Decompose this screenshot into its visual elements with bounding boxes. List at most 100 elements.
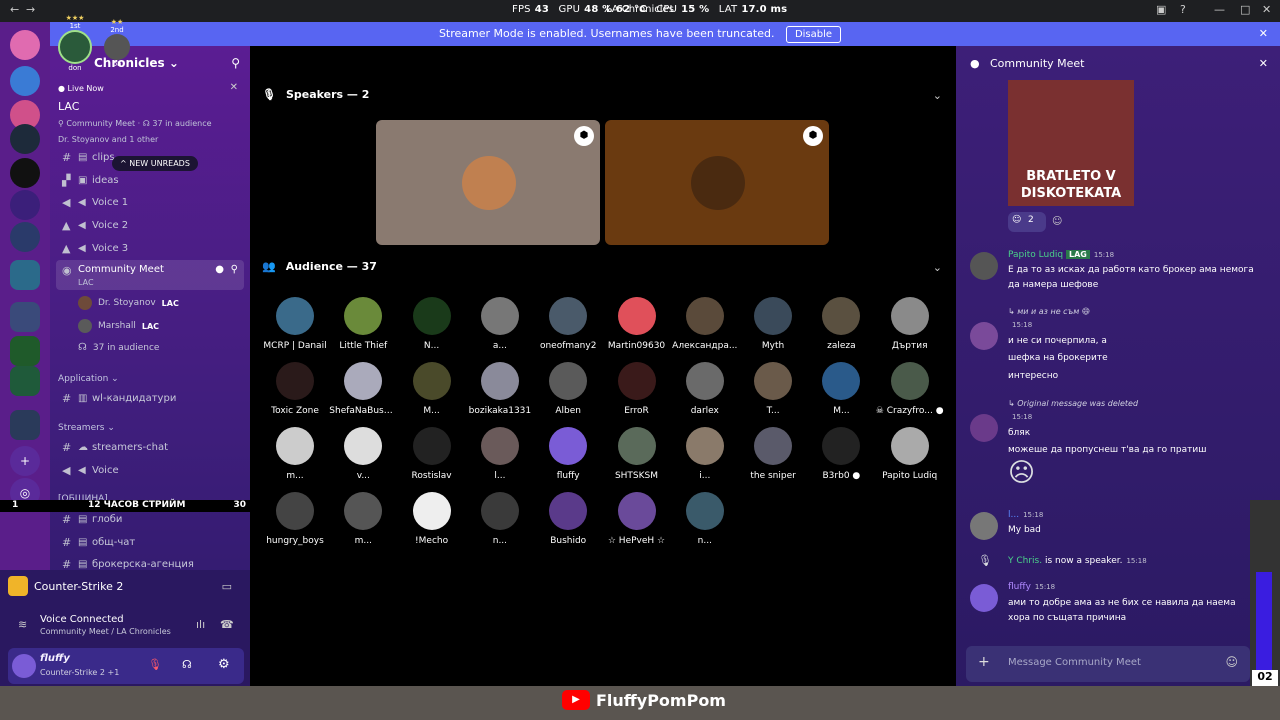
speakers-header[interactable]: 🎙 Speakers — 2 <box>262 88 369 101</box>
emoji-icon[interactable]: ☺ <box>1225 655 1238 669</box>
add-server-icon[interactable]: + <box>10 446 40 476</box>
audience-member[interactable]: i... <box>671 427 739 481</box>
audience-member[interactable]: !Mecho <box>398 492 466 546</box>
disconnect-icon[interactable]: ☎ <box>220 618 234 631</box>
audience-member[interactable]: Bushido <box>534 492 602 546</box>
audience-member[interactable]: T... <box>739 362 807 416</box>
message-input[interactable]: + Message Community Meet ☺ <box>966 646 1250 682</box>
audience-member[interactable]: Toxic Zone <box>261 362 329 416</box>
channel-obsht[interactable]: # ▤ общ-чат <box>56 531 244 553</box>
audience-member[interactable]: SHTSKSM <box>603 427 671 481</box>
avatar[interactable] <box>970 414 998 442</box>
audience-member[interactable]: ErroR <box>603 362 671 416</box>
server-icon[interactable] <box>10 124 40 154</box>
server-folder[interactable] <box>10 336 40 366</box>
server-icon[interactable] <box>10 190 40 220</box>
audience-member[interactable]: MCRP | Danail <box>261 297 329 351</box>
audience-member[interactable]: m... <box>329 492 397 546</box>
mute-icon[interactable]: 🎙 <box>148 658 162 671</box>
channel-community-meet[interactable]: ◉ Community Meet LAC ● ⚲ <box>56 260 244 290</box>
server-folder[interactable] <box>10 302 40 332</box>
audience-member[interactable]: n... <box>466 492 534 546</box>
audience-member[interactable]: l... <box>466 427 534 481</box>
stage-audience[interactable]: ☊ 37 in audience <box>78 342 159 353</box>
category-streamers[interactable]: Streamers ⌄ <box>58 423 115 433</box>
audience-member[interactable]: Martin09630 <box>603 297 671 351</box>
speaker-tile[interactable]: ⬢ <box>376 120 600 245</box>
audience-member[interactable]: zaleza <box>807 297 875 351</box>
audience-member[interactable]: M... <box>807 362 875 416</box>
help-icon[interactable]: ? <box>1180 3 1186 16</box>
maximize-icon[interactable]: □ <box>1240 3 1250 16</box>
audience-member[interactable]: hungry_boys <box>261 492 329 546</box>
close-icon[interactable]: ✕ <box>1259 57 1268 70</box>
channel-wl[interactable]: # ▥ wl-кандидатури <box>56 387 244 409</box>
channel-streamers-chat[interactable]: # ☁ streamers-chat <box>56 436 244 458</box>
back-icon[interactable]: ← <box>10 3 19 16</box>
screen-share-icon[interactable]: ▭ <box>222 580 232 593</box>
audience-member[interactable]: B3rb0 ● <box>807 427 875 481</box>
close-live-icon[interactable]: ✕ <box>230 82 238 93</box>
audience-member[interactable]: Myth <box>739 297 807 351</box>
audience-member[interactable]: fluffy <box>534 427 602 481</box>
channel-voice-3[interactable]: ▲ ◀ Voice 3 <box>56 237 244 259</box>
reply-preview[interactable]: ↳ ми и аз не съм 😄 <box>1008 307 1090 316</box>
audience-member[interactable]: ☠ Crazyfro... ● <box>876 362 944 416</box>
voice-status[interactable]: Voice Connected <box>40 614 124 625</box>
category-application[interactable]: Application ⌄ <box>58 374 119 384</box>
server-icon[interactable] <box>10 222 40 252</box>
audience-member[interactable]: the sniper <box>739 427 807 481</box>
add-member-icon[interactable]: ⚲ <box>231 264 238 275</box>
settings-icon[interactable]: ⚙ <box>218 657 230 672</box>
audience-member[interactable]: N... <box>398 297 466 351</box>
channel-voice-2[interactable]: ▲ ◀ Voice 2 <box>56 214 244 236</box>
avatar[interactable] <box>970 584 998 612</box>
minimize-icon[interactable]: — <box>1214 3 1225 16</box>
audience-member[interactable]: M... <box>398 362 466 416</box>
add-reaction-icon[interactable]: ☺ <box>1052 216 1062 227</box>
audience-member[interactable]: ☆ HePveH ☆ <box>603 492 671 546</box>
chat-icon[interactable]: ● <box>215 264 224 275</box>
audience-member[interactable]: darlex <box>671 362 739 416</box>
audience-member[interactable]: n... <box>671 492 739 546</box>
headphones-icon[interactable]: ☊ <box>182 658 192 671</box>
server-folder[interactable] <box>10 366 40 396</box>
server-folder[interactable] <box>10 260 40 290</box>
audience-member[interactable]: Rostislav <box>398 427 466 481</box>
invite-icon[interactable]: ⚲ <box>231 56 240 70</box>
channel-voice-1[interactable]: ◀ ◀ Voice 1 <box>56 191 244 213</box>
audience-member[interactable]: Papito Ludiq <box>876 427 944 481</box>
audience-member[interactable]: ShefaNaBushi... <box>329 362 397 416</box>
voice-detail[interactable]: Community Meet / LA Chronicles <box>40 627 171 636</box>
channel-voice[interactable]: ◀ ◀ Voice <box>56 459 244 481</box>
activity[interactable]: Counter-Strike 2 <box>8 576 123 596</box>
user-card[interactable]: fluffy Counter-Strike 2 +1 🎙 ☊ ⚙ <box>8 648 244 684</box>
stage-member[interactable]: Marshall LAC <box>78 319 159 333</box>
audience-member[interactable]: a... <box>466 297 534 351</box>
chevron-down-icon[interactable]: ⌄ <box>933 89 942 102</box>
server-folder[interactable] <box>10 410 40 440</box>
close-banner-icon[interactable]: ✕ <box>1259 22 1268 46</box>
close-window-icon[interactable]: ✕ <box>1262 3 1271 16</box>
avatar[interactable] <box>970 252 998 280</box>
server-icon[interactable] <box>10 66 40 96</box>
audience-member[interactable]: Дъртия <box>876 297 944 351</box>
audience-member[interactable]: Little Thief <box>329 297 397 351</box>
meme-image[interactable]: BRATLETO V DISKOTEKATA <box>1008 80 1134 206</box>
plus-icon[interactable]: + <box>978 654 990 670</box>
avatar[interactable] <box>970 322 998 350</box>
channel-ideas[interactable]: ▞ ▣ ideas <box>56 169 244 191</box>
disable-button[interactable]: Disable <box>785 26 842 43</box>
audience-member[interactable]: Alben <box>534 362 602 416</box>
server-icon[interactable] <box>10 158 40 188</box>
audience-member[interactable]: bozikaka1331 <box>466 362 534 416</box>
reaction[interactable]: ☺ 2 <box>1008 212 1046 232</box>
soundboard-icon[interactable]: ılı <box>196 618 205 631</box>
server-icon[interactable] <box>10 30 40 60</box>
inbox-icon[interactable]: ▣ <box>1156 3 1166 16</box>
audience-member[interactable]: oneofmany2 <box>534 297 602 351</box>
forward-icon[interactable]: → <box>26 3 35 16</box>
avatar[interactable] <box>970 512 998 540</box>
chevron-down-icon[interactable]: ⌄ <box>933 261 942 274</box>
audience-member[interactable]: m... <box>261 427 329 481</box>
